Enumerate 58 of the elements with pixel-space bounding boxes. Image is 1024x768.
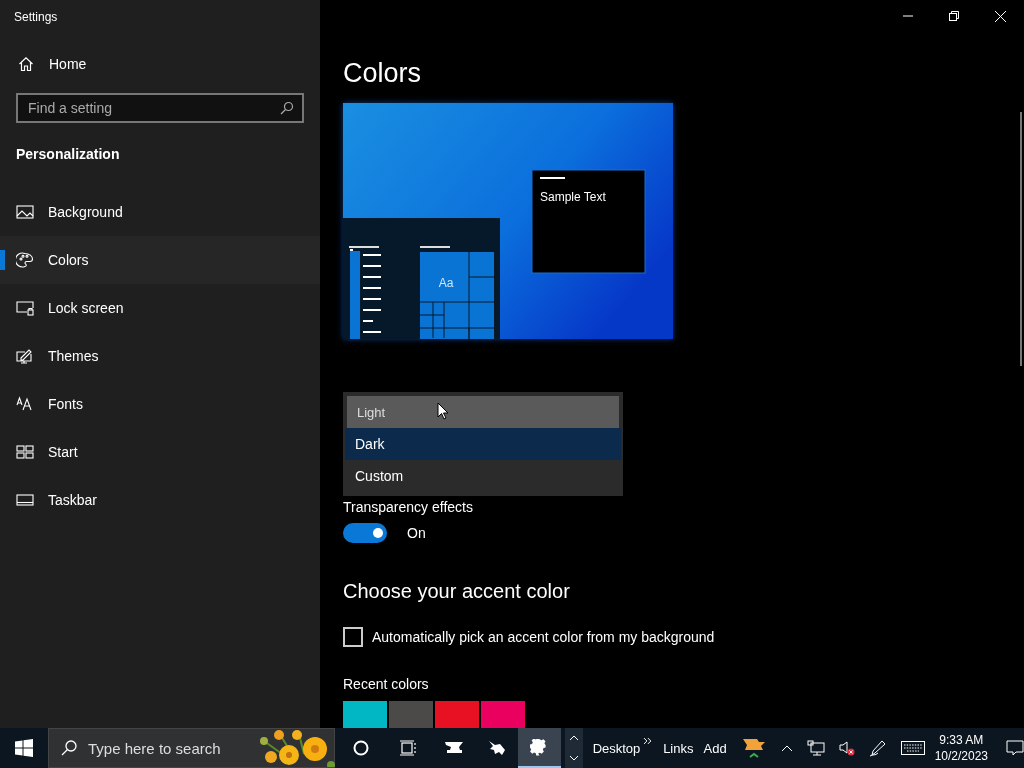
toolbar-link[interactable]: Links bbox=[663, 740, 694, 756]
task-view-icon[interactable] bbox=[399, 740, 417, 756]
picture-icon bbox=[16, 204, 34, 220]
nav-item[interactable]: Fonts bbox=[0, 380, 320, 428]
chevron-up-icon[interactable] bbox=[780, 744, 793, 752]
restore-icon[interactable] bbox=[949, 11, 959, 21]
section-heading: Choose your accent color bbox=[343, 580, 570, 603]
cortana-icon[interactable] bbox=[353, 740, 369, 756]
keyboard-icon[interactable] bbox=[900, 741, 925, 755]
tile-label: Aa bbox=[438, 276, 454, 290]
windows-start-icon[interactable] bbox=[15, 739, 33, 757]
toggle-switch[interactable] bbox=[343, 523, 387, 543]
themes-icon bbox=[16, 348, 34, 364]
sample-text: Sample Text bbox=[540, 190, 606, 204]
pen-icon[interactable] bbox=[868, 739, 887, 757]
scroll-up-icon[interactable] bbox=[568, 734, 579, 742]
notifications-icon[interactable] bbox=[1006, 740, 1024, 756]
nav-item[interactable]: Lock screen bbox=[0, 284, 320, 332]
taskbar-app[interactable] bbox=[518, 728, 562, 768]
nav-item[interactable]: Themes bbox=[0, 332, 320, 380]
setting-label: Transparency effects bbox=[343, 499, 473, 515]
fonts-icon bbox=[16, 396, 34, 412]
toggle-state: On bbox=[407, 525, 426, 541]
nav-item[interactable]: Colors bbox=[0, 236, 320, 284]
section-heading: Personalization bbox=[16, 146, 120, 162]
toolbar-link[interactable]: Add bbox=[703, 740, 727, 756]
close-icon[interactable] bbox=[995, 11, 1006, 22]
nav-item[interactable]: Start bbox=[0, 428, 320, 476]
clock-time[interactable]: 9:33 AM bbox=[939, 733, 984, 747]
recent-colors-label: Recent colors bbox=[343, 676, 429, 692]
dropdown-option[interactable]: Light bbox=[347, 396, 619, 428]
chevron-icon[interactable] bbox=[643, 737, 654, 745]
search-icon bbox=[280, 101, 294, 115]
volume-muted-icon[interactable] bbox=[838, 740, 855, 756]
clock-date[interactable]: 10/2/2023 bbox=[934, 749, 988, 763]
dropdown-option[interactable]: Custom bbox=[345, 460, 621, 492]
nav-item[interactable]: Background bbox=[0, 188, 320, 236]
start-icon bbox=[16, 444, 34, 460]
taskbar-search-field[interactable]: Type here to search bbox=[48, 728, 335, 768]
scroll-down-icon[interactable] bbox=[568, 754, 579, 762]
home-link[interactable]: Home bbox=[18, 56, 87, 72]
dropdown-option[interactable]: Dark bbox=[345, 428, 621, 460]
taskbar-icon bbox=[16, 492, 34, 508]
nav-item[interactable]: Taskbar bbox=[0, 476, 320, 524]
toolbar-scroll[interactable] bbox=[565, 728, 583, 768]
search-field[interactable]: Find a setting bbox=[16, 93, 304, 123]
palette-icon bbox=[16, 252, 34, 268]
lock-screen-icon bbox=[16, 300, 34, 316]
home-icon bbox=[18, 56, 34, 72]
window-title: Settings bbox=[14, 10, 58, 24]
page-title: Colors bbox=[343, 57, 422, 90]
network-icon[interactable] bbox=[806, 740, 825, 756]
selection-indicator bbox=[0, 250, 5, 270]
checkbox-label: Automatically pick an accent color from my background bbox=[372, 629, 715, 645]
checkbox[interactable] bbox=[343, 627, 363, 647]
scrollbar[interactable] bbox=[1020, 112, 1022, 366]
toolbar-link[interactable]: Desktop bbox=[592, 740, 641, 756]
cursor-icon bbox=[437, 402, 449, 420]
